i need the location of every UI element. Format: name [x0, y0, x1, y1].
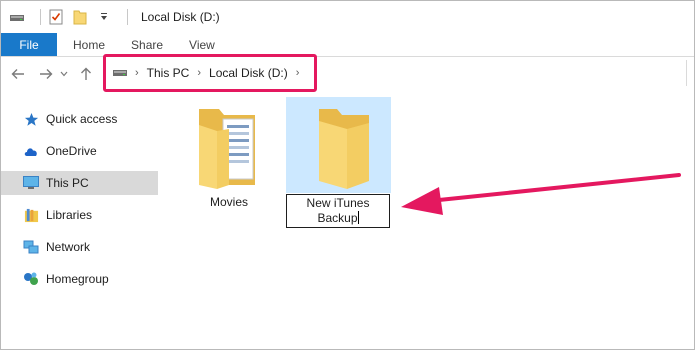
explorer-window: Local Disk (D:) File Home Share View › T… [0, 0, 695, 350]
annotation-arrow [401, 173, 681, 215]
